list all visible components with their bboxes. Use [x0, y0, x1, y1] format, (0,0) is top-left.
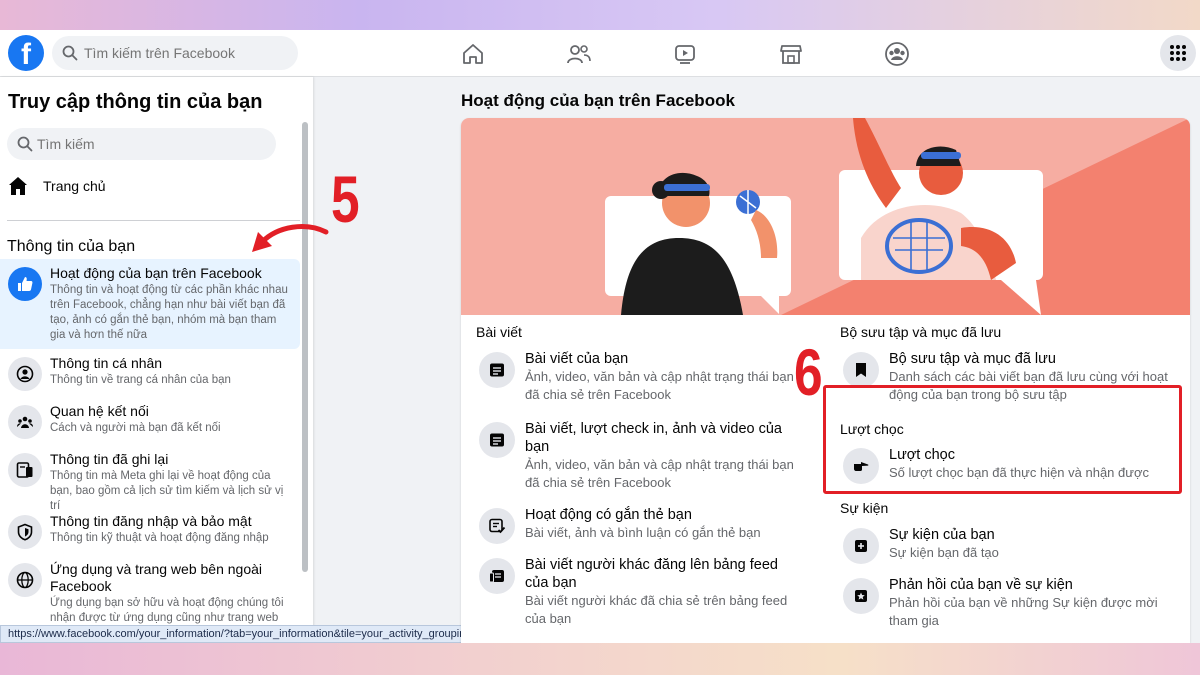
browser-window: f Tìm kiếm trên Facebook Truy cập thông … [0, 30, 1200, 643]
sidebar-item-label: Ứng dụng và trang web bên ngoài Facebook [50, 561, 263, 594]
tagged-icon [479, 508, 515, 544]
entry-title: Bài viết, lượt check in, ảnh và video củ… [525, 421, 782, 455]
entry-others-posts[interactable]: Bài viết người khác đăng lên bảng feed c… [479, 556, 799, 627]
shield-icon [8, 515, 42, 549]
post-icon [479, 422, 515, 458]
entry-tagged-activity[interactable]: Hoạt động có gắn thẻ bạn Bài viết, ảnh v… [479, 506, 799, 544]
events-heading: Sự kiện [840, 500, 889, 516]
sidebar-item-your-activity[interactable]: Hoạt động của bạn trên Facebook Thông ti… [0, 259, 300, 349]
nav-watch[interactable] [632, 30, 738, 77]
post-icon [479, 352, 515, 388]
entry-your-posts[interactable]: Bài viết của bạn Ảnh, video, văn bản và … [479, 350, 799, 403]
logged-info-icon [8, 453, 42, 487]
connections-icon [8, 405, 42, 439]
profile-icon [8, 357, 42, 391]
entry-title: Bài viết người khác đăng lên bảng feed c… [525, 557, 778, 591]
entry-title: Bài viết của bạn [525, 351, 629, 367]
entry-your-events[interactable]: Sự kiện của bạn Sự kiện bạn đã tạo [843, 526, 1173, 564]
sidebar: Truy cập thông tin của bạn Trang chủ Thô… [0, 77, 313, 643]
banner-illustration [461, 118, 1190, 315]
home-icon [463, 43, 483, 64]
sidebar-item-desc: Thông tin về trang cá nhân của bạn [50, 374, 231, 386]
feed-icon [479, 558, 515, 594]
sidebar-title: Truy cập thông tin của bạn [8, 91, 263, 113]
sidebar-item-label: Thông tin cá nhân [50, 355, 163, 371]
collections-heading: Bộ sưu tập và mục đã lưu [840, 324, 1002, 340]
entry-event-responses[interactable]: Phản hồi của bạn về sự kiện Phản hồi của… [843, 576, 1173, 629]
activity-card: Bài viết Bài viết của bạn Ảnh, video, vă… [461, 118, 1190, 643]
event-add-icon [843, 528, 879, 564]
entry-posts-checkins[interactable]: Bài viết, lượt check in, ảnh và video củ… [479, 420, 799, 491]
step-6-label: 6 [794, 335, 823, 409]
sidebar-item-desc: Cách và người mà bạn đã kết nối [50, 422, 221, 434]
sidebar-item-desc: Thông tin và hoạt động từ các phần khác … [50, 284, 288, 341]
top-navigation-bar: f [0, 30, 1200, 77]
facebook-search-input[interactable] [84, 45, 274, 61]
decorative-bottom-band [0, 643, 1200, 675]
friends-icon [567, 44, 591, 63]
sidebar-item-home[interactable]: Trang chủ [7, 171, 106, 201]
sidebar-item-label: Thông tin đăng nhập và bảo mật [50, 513, 252, 529]
red-arrow-icon [252, 224, 329, 252]
bookmark-icon [843, 352, 879, 388]
page-title: Hoạt động của bạn trên Facebook [461, 91, 735, 110]
sidebar-item-personal-info[interactable]: Thông tin cá nhân Thông tin về trang cá … [0, 349, 300, 397]
entry-desc: Bài viết, ảnh và bình luận có gắn thẻ bạ… [525, 525, 761, 540]
status-bar-url: https://www.facebook.com/your_informatio… [0, 625, 480, 643]
nav-groups[interactable] [844, 30, 950, 77]
home-icon [9, 177, 27, 195]
sidebar-item-label: Thông tin đã ghi lại [50, 451, 169, 467]
nav-marketplace[interactable] [738, 30, 844, 77]
entry-title: Sự kiện của bạn [889, 527, 995, 543]
facebook-logo[interactable]: f [8, 35, 44, 71]
entry-desc: Sự kiện bạn đã tạo [889, 545, 999, 560]
grid-menu-icon [1170, 45, 1186, 61]
sidebar-section-title: Thông tin của bạn [7, 238, 136, 255]
sidebar-search-input[interactable] [37, 136, 227, 152]
watch-icon [675, 44, 695, 64]
sidebar-item-label: Quan hệ kết nối [50, 403, 149, 419]
sidebar-item-label: Hoạt động của bạn trên Facebook [50, 265, 262, 281]
search-icon [17, 136, 33, 152]
entry-title: Phản hồi của bạn về sự kiện [889, 577, 1073, 593]
entry-title: Hoạt động có gắn thẻ bạn [525, 507, 692, 523]
event-star-icon [843, 578, 879, 614]
main-nav [420, 30, 950, 77]
nav-friends[interactable] [526, 30, 632, 77]
sidebar-item-desc: Thông tin kỹ thuật và hoạt động đăng nhậ… [50, 532, 269, 544]
groups-icon [885, 41, 909, 66]
nav-home[interactable] [420, 30, 526, 77]
entry-desc: Phản hồi của bạn về những Sự kiện được m… [889, 595, 1158, 628]
entry-title: Bộ sưu tập và mục đã lưu [889, 351, 1056, 367]
thumbs-up-icon [8, 267, 42, 301]
sidebar-item-off-facebook[interactable]: Ứng dụng và trang web bên ngoài Facebook… [0, 555, 300, 632]
menu-button[interactable] [1160, 35, 1196, 71]
sidebar-home-label: Trang chủ [43, 178, 106, 194]
globe-icon [8, 563, 42, 597]
search-icon [62, 45, 78, 61]
sidebar-item-login-security[interactable]: Thông tin đăng nhập và bảo mật Thông tin… [0, 507, 300, 555]
posts-heading: Bài viết [476, 324, 522, 340]
decorative-top-band [0, 0, 1200, 30]
pokes-highlight-box [823, 385, 1182, 494]
facebook-search-box[interactable] [52, 36, 298, 70]
step-5-label: 5 [331, 162, 360, 236]
entry-desc: Bài viết người khác đã chia sẻ trên bảng… [525, 593, 788, 626]
sidebar-search-box[interactable] [7, 128, 276, 160]
entry-desc: Ảnh, video, văn bản và cập nhật trạng th… [525, 369, 794, 402]
sidebar-scrollbar[interactable] [302, 122, 308, 572]
sidebar-item-desc: Ứng dụng bạn sở hữu và hoạt động chúng t… [50, 597, 284, 624]
sidebar-item-connections[interactable]: Quan hệ kết nối Cách và người mà bạn đã … [0, 397, 300, 445]
entry-desc: Ảnh, video, văn bản và cập nhật trạng th… [525, 457, 794, 490]
marketplace-icon [780, 44, 802, 64]
